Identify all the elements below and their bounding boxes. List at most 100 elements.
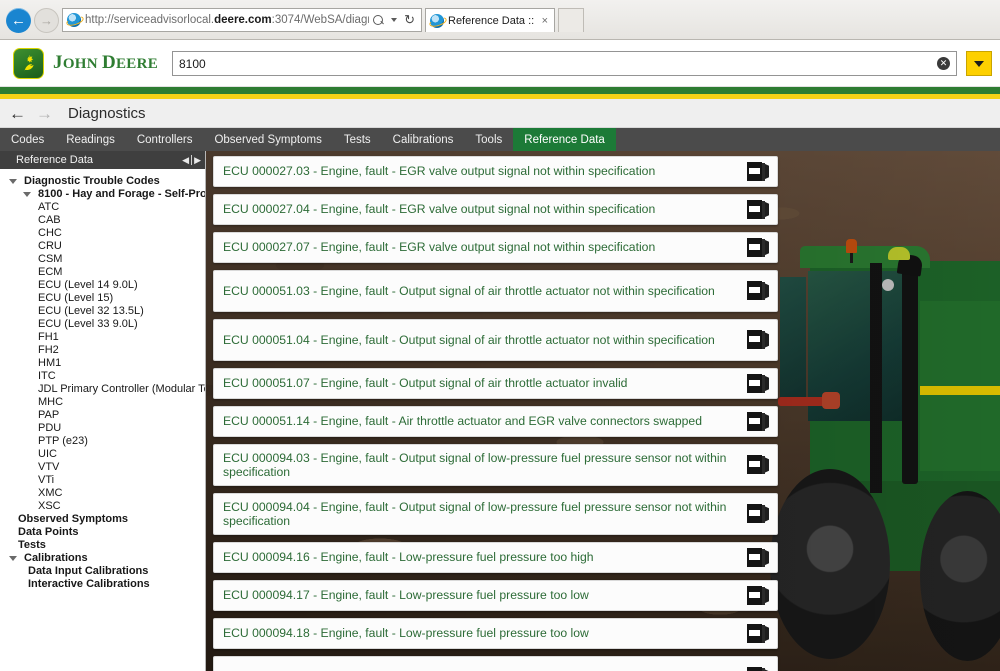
sidebar-item-ecu-level-33-9-0l[interactable]: ECU (Level 33 9.0L) [0,318,205,331]
sidebar-item-ecu-level-32-13-5l[interactable]: ECU (Level 32 13.5L) [0,305,205,318]
sidebar-item-calibrations[interactable]: Calibrations [0,552,205,565]
primary-nav-tabs: CodesReadingsControllersObserved Symptom… [0,128,1000,151]
sidebar-item-uic[interactable]: UIC [0,448,205,461]
collapse-right-icon[interactable]: ▶ [194,155,201,166]
tab-reference-data[interactable]: Reference Data [513,128,616,151]
address-bar[interactable]: http://serviceadvisorlocal.deere.com:307… [62,8,422,32]
reference-data-item-label: ECU 000051.03 - Engine, fault - Output s… [223,284,721,298]
document-stack-icon[interactable] [747,624,769,644]
tab-tools[interactable]: Tools [464,128,513,151]
reference-data-item[interactable]: ECU 000097.03 - Engine, fault - Output s… [213,656,778,671]
reference-data-item[interactable]: ECU 000027.04 - Engine, fault - EGR valv… [213,194,778,225]
document-stack-icon[interactable] [747,330,769,350]
sidebar-item-ecu-level-14-9-0l[interactable]: ECU (Level 14 9.0L) [0,279,205,292]
reference-data-item[interactable]: ECU 000094.03 - Engine, fault - Output s… [213,444,778,486]
sidebar-item-ptp-e23[interactable]: PTP (e23) [0,435,205,448]
sidebar-item-interactive-calibrations[interactable]: Interactive Calibrations [0,578,205,591]
sidebar-item-cab[interactable]: CAB [0,214,205,227]
sidebar-item-ecm[interactable]: ECM [0,266,205,279]
browser-chrome: ← → http://serviceadvisorlocal.deere.com… [0,0,1000,40]
sidebar-item-atc[interactable]: ATC [0,201,205,214]
document-stack-icon[interactable] [747,162,769,182]
document-stack-icon[interactable] [747,586,769,606]
tab-observed-symptoms[interactable]: Observed Symptoms [203,128,332,151]
sidebar-item-csm[interactable]: CSM [0,253,205,266]
close-icon[interactable]: × [540,15,550,27]
browser-back-button[interactable]: ← [6,8,31,33]
sidebar-item-fh2[interactable]: FH2 [0,344,205,357]
sidebar-item-pap[interactable]: PAP [0,409,205,422]
reference-data-item[interactable]: ECU 000027.07 - Engine, fault - EGR valv… [213,232,778,263]
sidebar-item-label: ECU (Level 33 9.0L) [38,318,138,331]
tab-controllers[interactable]: Controllers [126,128,204,151]
reference-data-item-label: ECU 000094.04 - Engine, fault - Output s… [223,500,747,529]
sidebar-item-ecu-level-15[interactable]: ECU (Level 15) [0,292,205,305]
sidebar-item-vtv[interactable]: VTV [0,461,205,474]
reference-data-item[interactable]: ECU 000094.16 - Engine, fault - Low-pres… [213,542,778,573]
sidebar-item-label: PAP [38,409,59,422]
reference-data-item[interactable]: ECU 000051.14 - Engine, fault - Air thro… [213,406,778,437]
sidebar-item-pdu[interactable]: PDU [0,422,205,435]
expand-triangle-icon[interactable] [9,179,17,184]
sidebar-item-mhc[interactable]: MHC [0,396,205,409]
clear-search-icon[interactable]: ✕ [937,57,950,70]
tab-calibrations[interactable]: Calibrations [382,128,465,151]
tab-readings[interactable]: Readings [55,128,126,151]
sidebar-item-tests[interactable]: Tests [0,539,205,552]
sidebar-item-xsc[interactable]: XSC [0,500,205,513]
tab-label: Tests [344,134,371,146]
expand-triangle-icon[interactable] [9,556,17,561]
sidebar-item-hm1[interactable]: HM1 [0,357,205,370]
tab-codes[interactable]: Codes [0,128,55,151]
chevron-down-icon[interactable] [391,18,397,22]
sidebar-item-chc[interactable]: CHC [0,227,205,240]
reference-data-item[interactable]: ECU 000051.04 - Engine, fault - Output s… [213,319,778,361]
search-dropdown-button[interactable] [966,51,992,76]
search-input-value: 8100 [179,57,937,71]
sidebar-item-jdl-primary-controller-modular-telemati[interactable]: JDL Primary Controller (Modular Telemati [0,383,205,396]
tab-tests[interactable]: Tests [333,128,382,151]
document-stack-icon[interactable] [747,374,769,394]
reference-data-item[interactable]: ECU 000051.07 - Engine, fault - Output s… [213,368,778,399]
sidebar-item-label: PDU [38,422,61,435]
new-tab-button[interactable] [558,8,584,32]
sidebar-item-data-input-calibrations[interactable]: Data Input Calibrations [0,565,205,578]
reference-data-item[interactable]: ECU 000094.04 - Engine, fault - Output s… [213,493,778,535]
browser-forward-button[interactable]: → [34,8,59,33]
document-stack-icon[interactable] [747,548,769,568]
sidebar-item-fh1[interactable]: FH1 [0,331,205,344]
document-stack-icon[interactable] [747,504,769,524]
browser-tab[interactable]: Reference Data :: Service A... × [425,8,555,32]
machine-search-input[interactable]: 8100 ✕ [172,51,957,76]
sidebar-item-label: Data Input Calibrations [28,565,148,578]
sidebar-item-vti[interactable]: VTi [0,474,205,487]
document-stack-icon[interactable] [747,412,769,432]
sidebar-item-8100-hay-and-forage-self-propelled-forag[interactable]: 8100 - Hay and Forage - Self-Propelled F… [0,188,205,201]
sidebar-item-observed-symptoms[interactable]: Observed Symptoms [0,513,205,526]
search-icon[interactable] [373,15,384,26]
sidebar-item-data-points[interactable]: Data Points [0,526,205,539]
reference-data-item[interactable]: ECU 000051.03 - Engine, fault - Output s… [213,270,778,312]
tab-favicon-icon [430,14,444,28]
page-back-icon[interactable]: ← [9,105,26,122]
reference-data-item[interactable]: ECU 000094.17 - Engine, fault - Low-pres… [213,580,778,611]
internet-explorer-icon [67,13,81,27]
document-stack-icon[interactable] [747,667,769,671]
expand-triangle-icon[interactable] [23,192,31,197]
sidebar-item-cru[interactable]: CRU [0,240,205,253]
sidebar-item-label: CSM [38,253,62,266]
document-stack-icon[interactable] [747,455,769,475]
reference-data-item[interactable]: ECU 000094.18 - Engine, fault - Low-pres… [213,618,778,649]
sidebar-item-itc[interactable]: ITC [0,370,205,383]
reference-data-item-label: ECU 000094.18 - Engine, fault - Low-pres… [223,626,595,640]
sidebar-item-xmc[interactable]: XMC [0,487,205,500]
reference-data-item[interactable]: ECU 000027.03 - Engine, fault - EGR valv… [213,156,778,187]
sidebar-collapse-controls[interactable]: ◀ ▶ [182,155,201,166]
document-stack-icon[interactable] [747,200,769,220]
john-deere-logo[interactable]: JOHN DEERE [13,48,158,79]
collapse-left-icon[interactable]: ◀ [182,155,189,166]
document-stack-icon[interactable] [747,238,769,258]
document-stack-icon[interactable] [747,281,769,301]
reload-icon[interactable]: ↻ [404,12,415,28]
sidebar-item-diagnostic-trouble-codes[interactable]: Diagnostic Trouble Codes [0,175,205,188]
